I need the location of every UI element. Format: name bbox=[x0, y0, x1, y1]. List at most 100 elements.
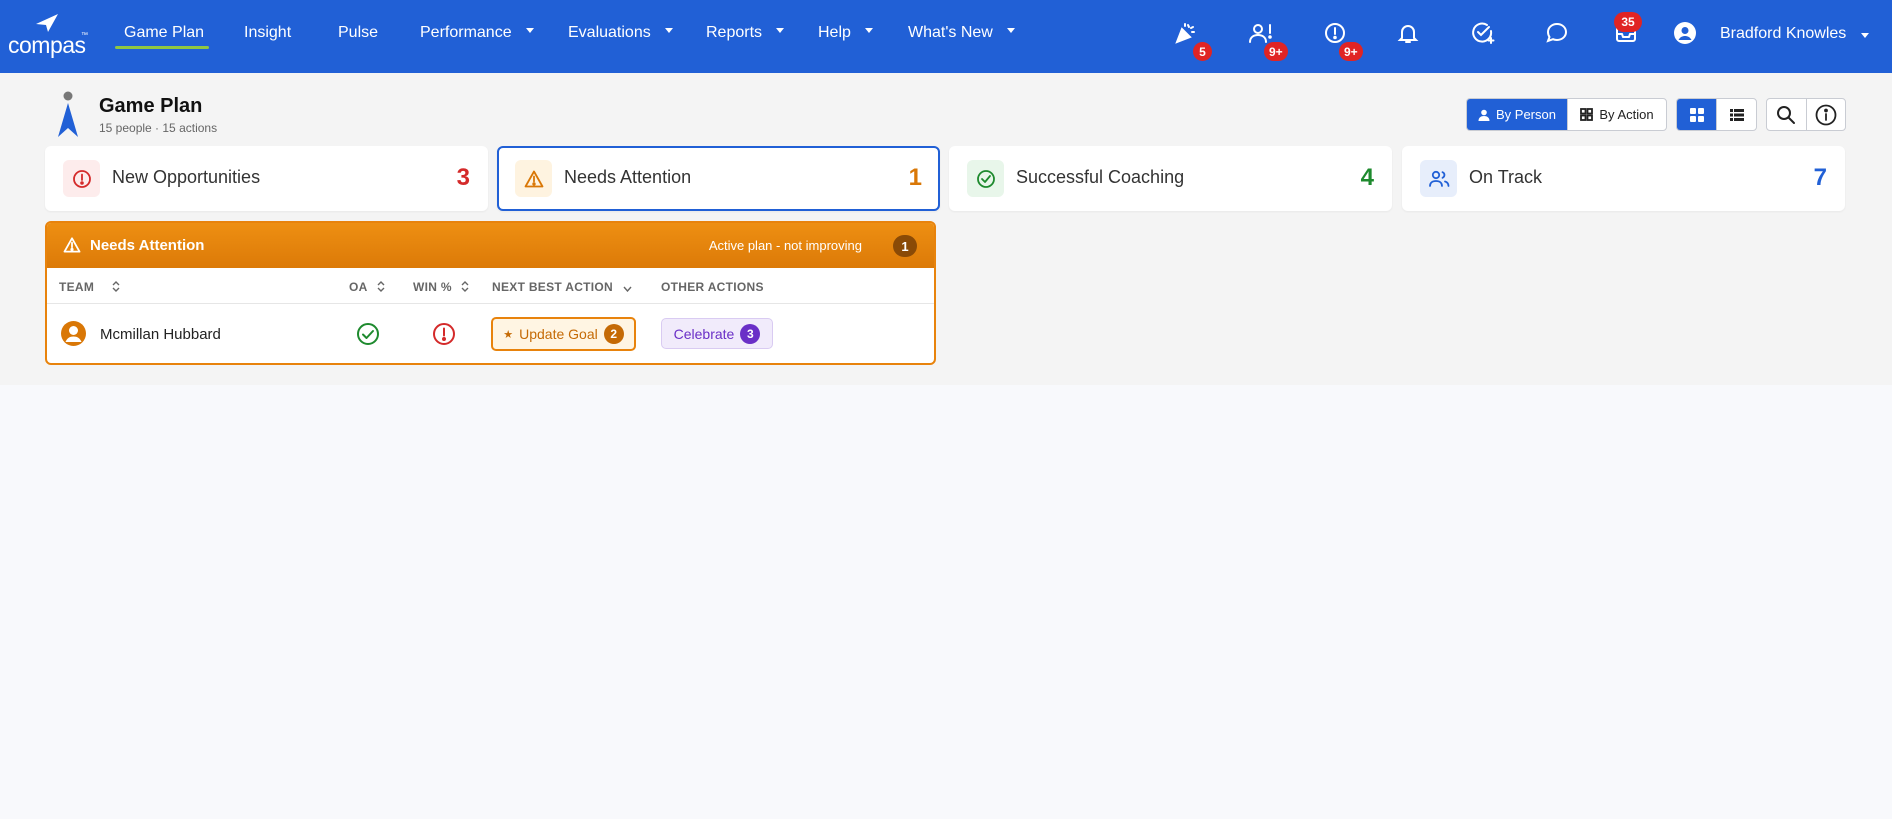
panel-title: Needs Attention bbox=[90, 237, 205, 254]
chat-icon[interactable] bbox=[1542, 18, 1572, 48]
compass-arrow-icon bbox=[36, 14, 58, 32]
column-win-pct[interactable]: WIN % bbox=[413, 280, 469, 294]
nav-whats-new[interactable]: What's New bbox=[908, 24, 1015, 42]
nav-help[interactable]: Help bbox=[818, 24, 873, 42]
card-label: New Opportunities bbox=[112, 167, 261, 187]
caret-down-icon bbox=[1006, 28, 1015, 33]
nav-label: What's New bbox=[908, 24, 993, 41]
card-icon-wrap bbox=[967, 160, 1004, 197]
check-circle-icon bbox=[357, 323, 379, 345]
update-goal-button[interactable]: ★ Update Goal 2 bbox=[491, 317, 636, 351]
grid-icon bbox=[1689, 107, 1704, 122]
card-label: On Track bbox=[1469, 167, 1543, 187]
column-label: TEAM bbox=[59, 280, 95, 294]
nav-label: Performance bbox=[420, 24, 512, 41]
page-title: Game Plan bbox=[99, 95, 203, 117]
active-nav-indicator bbox=[115, 46, 209, 49]
needs-attention-panel: Needs Attention Active plan - not improv… bbox=[45, 221, 936, 365]
view-toggle: By Person By Action bbox=[1466, 98, 1667, 131]
caret-down-icon[interactable] bbox=[1861, 33, 1869, 38]
info-button[interactable] bbox=[1805, 99, 1845, 130]
logo-wordmark: compas bbox=[8, 32, 86, 58]
chevron-down-icon bbox=[623, 286, 632, 292]
person-avatar-icon bbox=[61, 321, 86, 346]
card-icon-wrap bbox=[515, 160, 552, 197]
info-icon bbox=[1815, 104, 1837, 125]
card-icon-wrap bbox=[63, 160, 100, 197]
nav-insight[interactable]: Insight bbox=[244, 24, 291, 42]
sort-icon bbox=[377, 281, 385, 292]
card-label: Successful Coaching bbox=[1016, 167, 1185, 187]
user-name[interactable]: Bradford Knowles bbox=[1720, 25, 1846, 43]
top-navbar: compas ™ Game Plan Insight Pulse Perform… bbox=[0, 0, 1892, 73]
sort-icon bbox=[112, 281, 120, 292]
user-alert-badge: 9+ bbox=[1264, 42, 1288, 61]
button-label: Update Goal bbox=[519, 326, 598, 342]
nav-pulse[interactable]: Pulse bbox=[338, 24, 378, 42]
search-button[interactable] bbox=[1767, 99, 1806, 130]
card-count: 3 bbox=[456, 164, 470, 191]
nav-evaluations[interactable]: Evaluations bbox=[568, 24, 673, 42]
nav-label: Help bbox=[818, 24, 851, 41]
check-badge-icon[interactable] bbox=[1468, 18, 1498, 48]
page-subtitle: 15 people · 15 actions bbox=[99, 121, 218, 135]
inbox-badge: 35 bbox=[1614, 12, 1642, 32]
column-label: NEXT BEST ACTION bbox=[492, 280, 614, 294]
warning-triangle-icon bbox=[63, 237, 81, 253]
sort-icon bbox=[461, 281, 469, 292]
bell-icon[interactable] bbox=[1393, 18, 1423, 48]
card-count: 4 bbox=[1360, 164, 1374, 191]
panel-count-badge: 1 bbox=[893, 235, 917, 257]
tool-buttons bbox=[1766, 98, 1846, 131]
action-count-badge: 2 bbox=[603, 324, 624, 344]
nav-game-plan[interactable]: Game Plan bbox=[124, 24, 204, 42]
panel-subtitle: Active plan - not improving bbox=[708, 238, 862, 253]
nav-label: Pulse bbox=[338, 24, 379, 41]
card-count: 1 bbox=[908, 164, 922, 191]
nav-reports[interactable]: Reports bbox=[706, 24, 785, 42]
button-label: Celebrate bbox=[673, 325, 735, 342]
by-action-button[interactable]: By Action bbox=[1566, 99, 1666, 130]
list-view-button[interactable] bbox=[1716, 99, 1756, 130]
column-other-actions: OTHER ACTIONS bbox=[661, 280, 764, 294]
search-icon bbox=[1777, 105, 1796, 124]
compass-pin-icon bbox=[56, 90, 80, 143]
column-label: OTHER ACTIONS bbox=[661, 280, 764, 294]
card-needs-attention[interactable]: Needs Attention 1 bbox=[497, 146, 940, 211]
account-avatar-icon[interactable] bbox=[1670, 18, 1700, 48]
by-person-button[interactable]: By Person bbox=[1467, 99, 1567, 130]
card-on-track[interactable]: On Track 7 bbox=[1402, 146, 1845, 211]
column-next-best-action[interactable]: NEXT BEST ACTION bbox=[492, 280, 632, 294]
list-icon bbox=[1729, 108, 1744, 121]
nav-label: Evaluations bbox=[568, 24, 651, 41]
action-count-badge: 3 bbox=[740, 323, 761, 344]
column-label: OA bbox=[349, 280, 368, 294]
column-label: WIN % bbox=[413, 280, 452, 294]
alert-circle-icon bbox=[72, 169, 91, 188]
nav-label: Insight bbox=[244, 24, 292, 41]
nav-label: Game Plan bbox=[124, 24, 205, 41]
card-icon-wrap bbox=[1420, 160, 1457, 197]
logo-trademark: ™ bbox=[81, 32, 88, 39]
celebrate-badge: 5 bbox=[1193, 42, 1212, 61]
card-successful-coaching[interactable]: Successful Coaching 4 bbox=[949, 146, 1392, 211]
member-name[interactable]: Mcmillan Hubbard bbox=[100, 326, 221, 343]
check-circle-icon bbox=[976, 169, 995, 188]
grid-small-icon bbox=[1580, 108, 1594, 121]
person-icon bbox=[1478, 109, 1490, 121]
by-person-label: By Person bbox=[1496, 107, 1556, 122]
star-icon: ★ bbox=[503, 328, 514, 341]
caret-down-icon bbox=[664, 28, 673, 33]
celebrate-button[interactable]: Celebrate 3 bbox=[661, 318, 773, 349]
table-row[interactable]: Mcmillan Hubbard ★ Update Goal 2 Celebra… bbox=[47, 304, 934, 363]
nav-label: Reports bbox=[706, 24, 763, 41]
column-oa[interactable]: OA bbox=[349, 280, 385, 294]
nav-performance[interactable]: Performance bbox=[420, 24, 534, 42]
card-count: 7 bbox=[1813, 164, 1827, 191]
column-team[interactable]: TEAM bbox=[59, 280, 120, 294]
card-label: Needs Attention bbox=[564, 167, 692, 187]
compas-logo[interactable]: compas ™ bbox=[8, 12, 88, 58]
grid-view-button[interactable] bbox=[1677, 99, 1716, 130]
by-action-label: By Action bbox=[1599, 107, 1654, 122]
card-new-opportunities[interactable]: New Opportunities 3 bbox=[45, 146, 488, 211]
